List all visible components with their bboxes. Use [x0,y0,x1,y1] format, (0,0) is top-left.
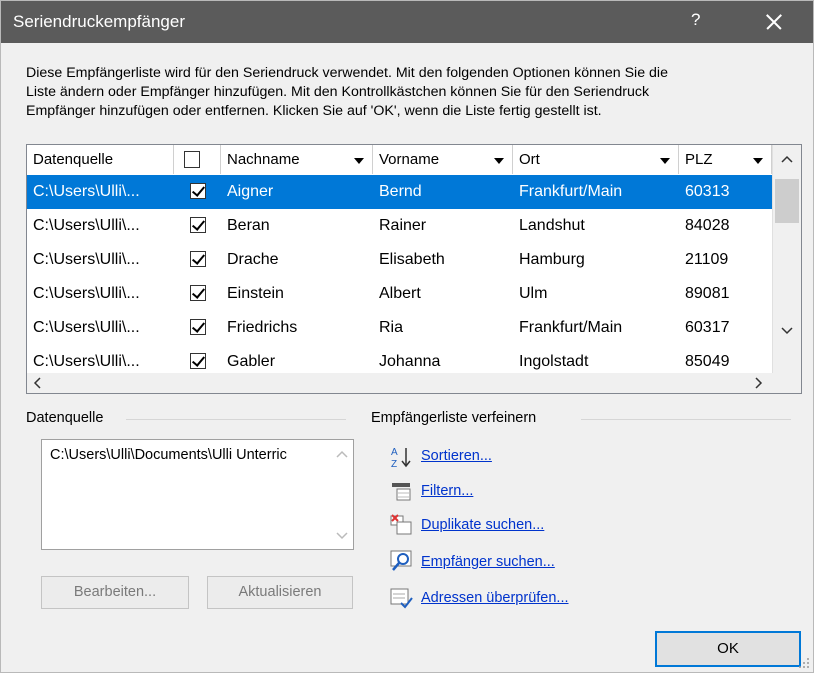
validate-addresses-icon [390,588,413,609]
mail-merge-recipients-dialog: Seriendruckempfänger ? Diese Empfängerli… [0,0,814,673]
cell-vorname: Rainer [379,217,427,234]
cell-ort: Frankfurt/Main [519,319,623,336]
find-duplicates-link[interactable]: Duplikate suchen... [421,517,544,533]
cell-vorname: Bernd [379,183,422,200]
include-checkbox[interactable] [190,353,206,369]
dropdown-arrow-icon[interactable] [753,158,763,164]
group-divider [581,419,791,420]
listbox-scrollbar[interactable] [331,440,353,549]
table-row[interactable]: C:\Users\Ulli\... Drache Elisabeth Hambu… [27,243,772,277]
scroll-up-icon[interactable] [781,155,793,163]
refine-heading: Empfängerliste verfeinern [371,410,537,426]
help-button[interactable]: ? [691,10,700,30]
table-row[interactable]: C:\Users\Ulli\... Einstein Albert Ulm 89… [27,277,772,311]
filter-link[interactable]: Filtern... [421,483,473,499]
column-header-ort[interactable]: Ort [513,145,679,174]
resize-grip-icon[interactable] [798,657,810,669]
dialog-title: Seriendruckempfänger [13,12,185,31]
cell-datenquelle: C:\Users\Ulli\... [33,217,140,234]
datasource-listbox[interactable]: C:\Users\Ulli\Documents\Ulli Unterric [41,439,354,550]
cell-vorname: Albert [379,285,421,302]
find-recipient-icon [390,550,412,571]
refresh-button[interactable]: Aktualisieren [207,576,353,609]
cell-nachname: Drache [227,251,279,268]
scroll-down-icon[interactable] [781,327,793,335]
cell-plz: 60317 [685,319,730,336]
cell-ort: Landshut [519,217,585,234]
table-row[interactable]: C:\Users\Ulli\... Beran Rainer Landshut … [27,209,772,243]
column-header-label: Vorname [379,151,440,168]
sort-link[interactable]: Sortieren... [421,448,492,464]
filter-icon [392,483,411,501]
horizontal-scrollbar[interactable] [27,373,801,393]
find-recipient-link[interactable]: Empfänger suchen... [421,554,555,570]
scroll-down-icon[interactable] [336,532,348,540]
dropdown-arrow-icon[interactable] [354,158,364,164]
column-header-label: Nachname [227,151,300,168]
column-header-nachname[interactable]: Nachname [221,145,373,174]
cell-nachname: Beran [227,217,270,234]
recipient-table[interactable]: Datenquelle Nachname Vorname Ort PLZ C:\… [26,144,802,394]
description-text: Diese Empfängerliste wird für den Serien… [26,64,801,121]
ok-button[interactable]: OK [655,631,801,667]
duplicates-icon [390,514,412,535]
cell-nachname: Einstein [227,285,284,302]
svg-text:A: A [391,447,398,458]
scroll-up-icon[interactable] [336,450,348,458]
svg-text:Z: Z [391,459,397,469]
cell-plz: 89081 [685,285,730,302]
cell-nachname: Friedrichs [227,319,298,336]
column-header-label: Ort [519,151,540,168]
description-line: Diese Empfängerliste wird für den Serien… [26,65,668,81]
cell-vorname: Elisabeth [379,251,445,268]
column-header-vorname[interactable]: Vorname [373,145,513,174]
datasource-path[interactable]: C:\Users\Ulli\Documents\Ulli Unterric [50,447,326,463]
cell-datenquelle: C:\Users\Ulli\... [33,319,140,336]
cell-datenquelle: C:\Users\Ulli\... [33,251,140,268]
table-header: Datenquelle Nachname Vorname Ort PLZ [27,145,801,176]
cell-plz: 84028 [685,217,730,234]
description-line: Empfänger hinzufügen oder entfernen. Kli… [26,103,602,119]
cell-vorname: Ria [379,319,404,336]
dropdown-arrow-icon[interactable] [660,158,670,164]
column-header-select-all[interactable] [174,145,221,174]
include-checkbox[interactable] [190,217,206,233]
cell-ort: Hamburg [519,251,585,268]
close-button[interactable] [753,5,793,39]
group-divider [126,419,346,420]
include-checkbox[interactable] [190,319,206,335]
cell-datenquelle: C:\Users\Ulli\... [33,183,140,200]
column-header-datenquelle[interactable]: Datenquelle [27,145,174,174]
scrollbar-thumb[interactable] [775,179,799,223]
cell-ort: Frankfurt/Main [519,183,623,200]
include-checkbox[interactable] [190,183,206,199]
scroll-left-icon[interactable] [33,377,41,389]
column-header-plz[interactable]: PLZ [679,145,772,174]
datasource-heading: Datenquelle [26,410,104,426]
sort-az-icon: A Z [391,447,411,469]
include-checkbox[interactable] [190,251,206,267]
table-row[interactable]: C:\Users\Ulli\... Aigner Bernd Frankfurt… [27,175,772,209]
scroll-right-icon[interactable] [755,377,763,389]
validate-addresses-link[interactable]: Adressen überprüfen... [421,590,569,606]
table-row[interactable]: C:\Users\Ulli\... Friedrichs Ria Frankfu… [27,311,772,345]
edit-button[interactable]: Bearbeiten... [41,576,189,609]
cell-plz: 21109 [685,251,729,268]
cell-plz: 60313 [685,183,730,200]
vertical-scrollbar[interactable] [772,145,801,373]
cell-nachname: Aigner [227,183,274,200]
column-header-label: PLZ [685,151,713,168]
include-checkbox[interactable] [190,285,206,301]
title-bar: Seriendruckempfänger ? [1,1,813,43]
dropdown-arrow-icon[interactable] [494,158,504,164]
cell-ort: Ulm [519,285,548,302]
cell-datenquelle: C:\Users\Ulli\... [33,285,140,302]
description-line: Liste ändern oder Empfänger hinzufügen. … [26,84,650,100]
select-all-checkbox[interactable] [184,151,200,168]
